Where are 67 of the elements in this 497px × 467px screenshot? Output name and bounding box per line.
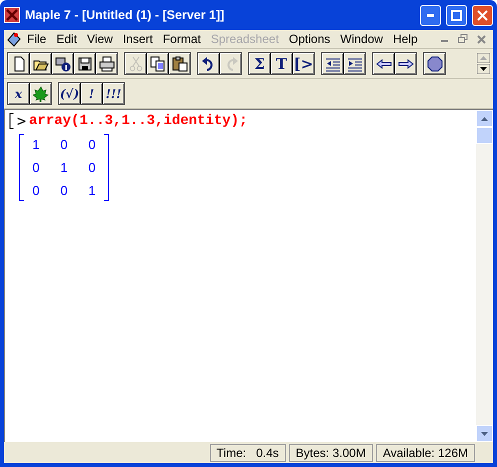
copy-icon xyxy=(150,56,166,72)
scissors-icon xyxy=(128,56,144,72)
group-bracket-icon xyxy=(9,113,14,129)
toolbar-button[interactable] xyxy=(30,83,51,104)
toolbar-button[interactable]: ! xyxy=(81,83,102,104)
menu-item[interactable]: File xyxy=(22,32,52,46)
up-arrow-icon xyxy=(481,116,488,120)
matrix-entry: 0 xyxy=(31,183,41,198)
minimize-button[interactable] xyxy=(420,4,441,26)
matrix-entry: 0 xyxy=(31,160,41,175)
close-icon xyxy=(477,10,488,20)
window-title: Maple 7 - [Untitled (1) - [Server 1]] xyxy=(25,8,226,22)
toolbar-button[interactable] xyxy=(147,53,168,74)
toolbar-button[interactable] xyxy=(96,53,117,74)
toolbar-button[interactable]: [> xyxy=(293,53,314,74)
matrix-entry: 1 xyxy=(31,137,41,152)
indent-icon xyxy=(346,56,362,72)
scroll-up-button[interactable] xyxy=(476,110,493,127)
toolbar-button[interactable] xyxy=(30,53,51,74)
matrix-entry: 1 xyxy=(59,160,69,175)
scroll-thumb[interactable] xyxy=(476,127,493,144)
command-input[interactable]: array(1..3,1..3,identity); xyxy=(29,113,248,129)
toolbar-button[interactable]: !!! xyxy=(103,83,124,104)
toolbar-button[interactable]: T xyxy=(271,53,292,74)
matrix-entry: 0 xyxy=(59,137,69,152)
close-button[interactable] xyxy=(472,4,493,26)
menu-item[interactable]: Edit xyxy=(51,32,82,46)
menu-item[interactable]: Window xyxy=(335,32,388,46)
menu-item[interactable]: Format xyxy=(158,32,206,46)
matrix-entry: 0 xyxy=(59,183,69,198)
info-icon xyxy=(54,56,70,72)
status-field: Bytes: 3.00M xyxy=(288,444,373,462)
scroll-down-button[interactable] xyxy=(476,425,493,442)
maple-leaf-icon xyxy=(32,86,48,102)
toolbar-button[interactable] xyxy=(74,53,95,74)
floppy-icon xyxy=(76,56,92,72)
matrix-entry: 0 xyxy=(87,160,97,175)
toolbar-button[interactable] xyxy=(198,53,219,74)
status-field: Available: 126M xyxy=(376,444,475,462)
menu-item[interactable]: Insert xyxy=(118,32,158,46)
app-icon xyxy=(4,7,20,23)
menu-item[interactable]: Options xyxy=(284,32,336,46)
toolbar-button[interactable] xyxy=(169,53,190,74)
maximize-button[interactable] xyxy=(446,4,467,26)
menu-item[interactable]: Help xyxy=(388,32,423,46)
maximize-icon xyxy=(451,10,462,20)
down-arrow-icon xyxy=(481,432,488,436)
toolbar-button[interactable] xyxy=(344,53,365,74)
toolbar-button[interactable] xyxy=(373,53,394,74)
toolbar-button[interactable]: Σ xyxy=(249,53,270,74)
minimize-icon xyxy=(427,14,434,16)
toolbar-button[interactable] xyxy=(322,53,343,74)
prompt: > xyxy=(17,112,26,130)
octagon-icon xyxy=(426,56,442,72)
outdent-icon xyxy=(324,56,340,72)
clipboard-icon xyxy=(172,56,188,72)
matrix-entry: 1 xyxy=(87,183,97,198)
toolbar-button[interactable]: x xyxy=(8,83,29,104)
matrix-entry: 0 xyxy=(87,137,97,152)
toolbar-button[interactable] xyxy=(395,53,416,74)
printer-icon xyxy=(98,56,114,72)
menu-item[interactable]: View xyxy=(82,32,118,46)
toolbar-button[interactable]: (√) xyxy=(59,83,80,104)
toolbar-button[interactable] xyxy=(8,53,29,74)
toolbar-button[interactable] xyxy=(52,53,73,74)
status-field: Time: 0.4s xyxy=(210,444,286,462)
scroll-down-icon[interactable] xyxy=(477,64,490,74)
